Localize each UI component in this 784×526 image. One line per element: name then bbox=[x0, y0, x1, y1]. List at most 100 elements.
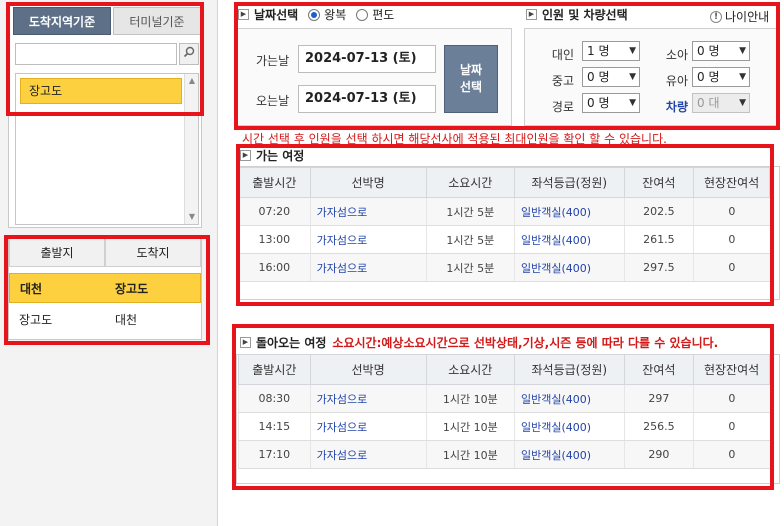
select-value: 0 대 bbox=[697, 96, 720, 110]
section-arrow-icon: ▶ bbox=[238, 9, 249, 20]
onsite-cell: 0 bbox=[693, 440, 770, 469]
seat-link[interactable]: 일반객실(400) bbox=[514, 384, 625, 413]
route-row[interactable]: 장고도 대천 bbox=[9, 305, 201, 335]
table-row[interactable]: 17:10 가자섬으로 1시간 10분 일반객실(400) 290 0 bbox=[238, 440, 770, 469]
time-cell: 14:15 bbox=[238, 412, 311, 441]
seat-link[interactable]: 일반객실(400) bbox=[514, 253, 625, 282]
child-label: 소아 bbox=[665, 48, 688, 62]
radio-unchecked-icon bbox=[356, 8, 369, 21]
radio-oneway[interactable]: 편도 bbox=[356, 6, 394, 23]
chevron-down-icon: ▼ bbox=[629, 98, 636, 108]
seat-link[interactable]: 일반객실(400) bbox=[514, 225, 625, 254]
search-row bbox=[15, 43, 199, 65]
onsite-cell: 0 bbox=[693, 384, 770, 413]
duration-cell: 1시간 5분 bbox=[425, 197, 515, 226]
depart-date-field[interactable]: 2024-07-13 (토) bbox=[298, 45, 436, 73]
route-from: 장고도 bbox=[19, 313, 53, 327]
select-value: 0 명 bbox=[697, 70, 720, 84]
duration-cell: 1시간 5분 bbox=[425, 253, 515, 282]
route-to: 장고도 bbox=[115, 282, 149, 296]
scroll-down-icon[interactable]: ▼ bbox=[185, 210, 199, 224]
duration-cell: 1시간 5분 bbox=[425, 225, 515, 254]
info-icon: ! bbox=[710, 10, 722, 23]
ship-link[interactable]: 가자섬으로 bbox=[309, 225, 427, 254]
ship-link[interactable]: 가자섬으로 bbox=[309, 197, 427, 226]
table-row[interactable]: 14:15 가자섬으로 1시간 10분 일반객실(400) 256.5 0 bbox=[238, 412, 770, 441]
pax-section-header: ▶ 인원 및 차량선택 bbox=[526, 6, 628, 23]
chevron-down-icon: ▼ bbox=[739, 46, 746, 56]
teen-label: 중고 bbox=[551, 74, 574, 88]
seat-link[interactable]: 일반객실(400) bbox=[514, 412, 625, 441]
remain-cell: 261.5 bbox=[623, 225, 694, 254]
chevron-down-icon: ▼ bbox=[629, 72, 636, 82]
senior-select[interactable]: 0 명 ▼ bbox=[582, 93, 640, 113]
chevron-down-icon: ▼ bbox=[739, 98, 746, 108]
select-value: 1 명 bbox=[587, 44, 610, 58]
seat-link[interactable]: 일반객실(400) bbox=[514, 440, 625, 469]
remain-cell: 290 bbox=[623, 440, 694, 469]
adult-label: 대인 bbox=[551, 48, 574, 62]
chevron-down-icon: ▼ bbox=[629, 46, 636, 56]
col-depart-time: 출발시간 bbox=[238, 354, 311, 385]
date-select-button[interactable]: 날짜 선택 bbox=[444, 45, 498, 113]
return-table: 출발시간 선박명 소요시간 좌석등급(정원) 잔여석 현장잔여석 08:30 가… bbox=[238, 354, 770, 469]
table-row[interactable]: 13:00 가자섬으로 1시간 5분 일반객실(400) 261.5 0 bbox=[238, 225, 770, 254]
return-label: 오는날 bbox=[256, 94, 290, 108]
duration-notice: 소요시간:예상소요시간으로 선박상태,기상,시즌 등에 따라 다를 수 있습니다… bbox=[332, 336, 719, 350]
infant-select[interactable]: 0 명 ▼ bbox=[692, 67, 750, 87]
section-arrow-icon: ▶ bbox=[240, 150, 251, 161]
ship-link[interactable]: 가자섬으로 bbox=[309, 384, 427, 413]
chevron-down-icon: ▼ bbox=[739, 72, 746, 82]
onsite-cell: 0 bbox=[693, 225, 770, 254]
search-icon[interactable] bbox=[179, 43, 199, 65]
time-cell: 16:00 bbox=[238, 253, 311, 282]
table-row[interactable]: 08:30 가자섬으로 1시간 10분 일반객실(400) 297 0 bbox=[238, 384, 770, 413]
route-from: 대천 bbox=[20, 282, 43, 296]
ship-link[interactable]: 가자섬으로 bbox=[309, 253, 427, 282]
main-panel: ▶ 날짜선택 왕복 편도 가는날 2024-07-13 (토) 오는날 2024… bbox=[226, 0, 784, 526]
col-seat: 좌석등급(정원) bbox=[514, 167, 625, 198]
duration-cell: 1시간 10분 bbox=[425, 440, 515, 469]
age-guide-label: 나이안내 bbox=[725, 10, 770, 24]
depart-label: 가는날 bbox=[256, 54, 290, 68]
select-value: 0 명 bbox=[587, 96, 610, 110]
col-duration: 소요시간 bbox=[425, 167, 516, 198]
table-row[interactable]: 16:00 가자섬으로 1시간 5분 일반객실(400) 297.5 0 bbox=[238, 253, 770, 282]
section-arrow-icon: ▶ bbox=[240, 337, 251, 348]
radio-checked-icon bbox=[308, 8, 321, 21]
senior-label: 경로 bbox=[551, 100, 574, 114]
left-panel: 도착지역기준 터미널기준 장고도 ▲ ▼ 출발지 도착지 대천 장고도 장고도 … bbox=[0, 0, 218, 526]
child-select[interactable]: 0 명 ▼ bbox=[692, 41, 750, 61]
radio-roundtrip[interactable]: 왕복 bbox=[308, 6, 346, 23]
outbound-header: ▶ 가는 여정 bbox=[240, 147, 304, 164]
age-guide-link[interactable]: ! 나이안내 bbox=[710, 8, 769, 25]
col-seat: 좌석등급(정원) bbox=[514, 354, 625, 385]
outbound-title: 가는 여정 bbox=[256, 149, 305, 163]
tab-terminal[interactable]: 터미널기준 bbox=[113, 7, 201, 35]
remain-cell: 256.5 bbox=[623, 412, 694, 441]
remain-cell: 297 bbox=[623, 384, 694, 413]
vehicle-select: 0 대 ▼ bbox=[692, 93, 750, 113]
return-date-field[interactable]: 2024-07-13 (토) bbox=[298, 85, 436, 113]
scroll-up-icon[interactable]: ▲ bbox=[185, 74, 199, 88]
select-value: 0 명 bbox=[697, 44, 720, 58]
list-item[interactable]: 장고도 bbox=[20, 78, 182, 104]
col-depart-time: 출발시간 bbox=[238, 167, 311, 198]
adult-select[interactable]: 1 명 ▼ bbox=[582, 41, 640, 61]
col-onsite: 현장잔여석 bbox=[693, 167, 770, 198]
ship-link[interactable]: 가자섬으로 bbox=[309, 412, 427, 441]
ship-link[interactable]: 가자섬으로 bbox=[309, 440, 427, 469]
outbound-table: 출발시간 선박명 소요시간 좌석등급(정원) 잔여석 현장잔여석 07:20 가… bbox=[238, 167, 770, 282]
col-ship: 선박명 bbox=[309, 354, 427, 385]
search-input[interactable] bbox=[15, 43, 177, 65]
radio-label: 편도 bbox=[372, 8, 395, 22]
table-row[interactable]: 07:20 가자섬으로 1시간 5분 일반객실(400) 202.5 0 bbox=[238, 197, 770, 226]
scrollbar[interactable]: ▲ ▼ bbox=[184, 74, 198, 224]
infant-label: 유아 bbox=[665, 74, 688, 88]
tab-destination-region[interactable]: 도착지역기준 bbox=[13, 7, 111, 35]
select-value: 0 명 bbox=[587, 70, 610, 84]
route-row[interactable]: 대천 장고도 bbox=[9, 273, 201, 303]
seat-link[interactable]: 일반객실(400) bbox=[514, 197, 625, 226]
teen-select[interactable]: 0 명 ▼ bbox=[582, 67, 640, 87]
col-ship: 선박명 bbox=[309, 167, 427, 198]
